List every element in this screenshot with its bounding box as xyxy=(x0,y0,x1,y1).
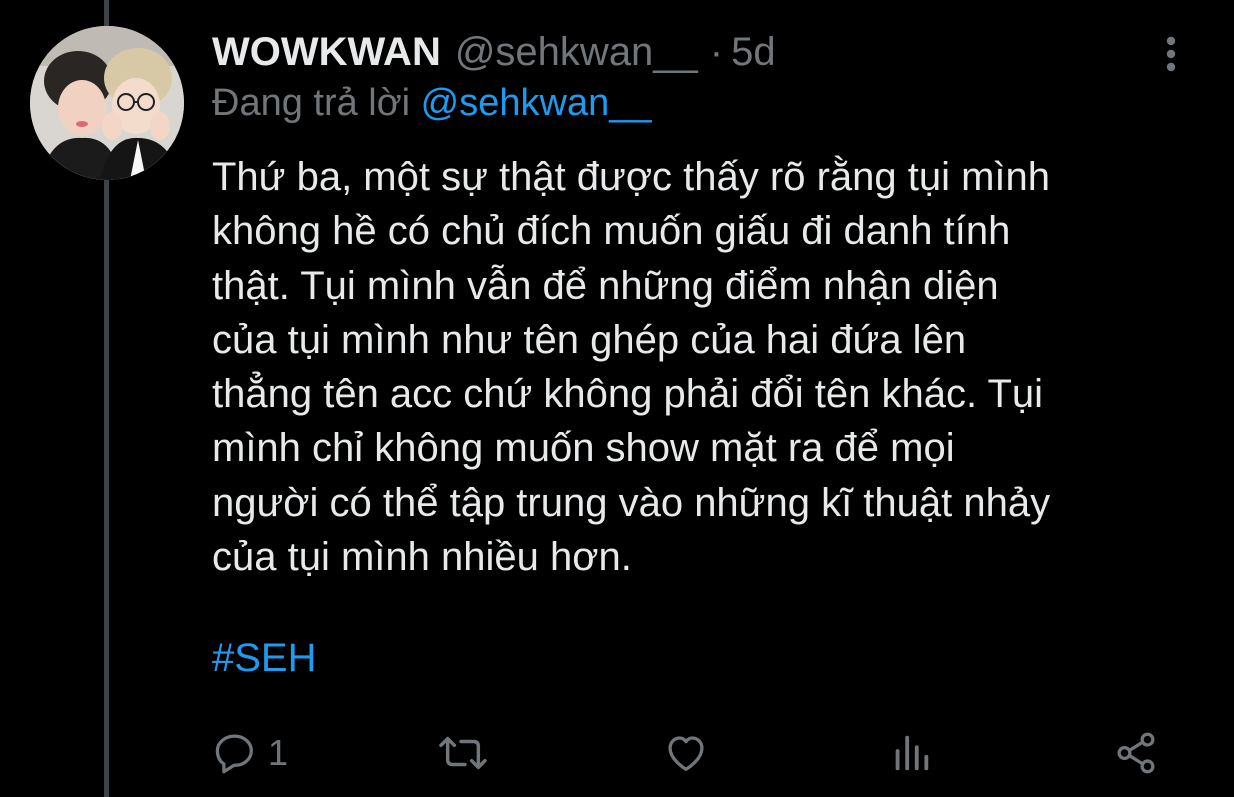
replying-to-label: Đang trả lời xyxy=(212,82,411,124)
replying-to: Đang trả lời @sehkwan__ xyxy=(212,82,652,125)
analytics-button[interactable] xyxy=(888,728,934,778)
display-name[interactable]: WOWKWAN xyxy=(212,30,441,75)
separator-dot: · xyxy=(709,30,724,74)
share-button[interactable] xyxy=(1112,728,1160,778)
more-options-icon[interactable] xyxy=(1156,34,1186,74)
user-handle[interactable]: @sehkwan__ xyxy=(455,30,698,75)
replying-to-mention[interactable]: @sehkwan__ xyxy=(421,82,652,124)
like-icon xyxy=(662,730,710,776)
retweet-icon xyxy=(436,730,490,776)
analytics-icon xyxy=(888,730,934,776)
reply-button[interactable]: 1 xyxy=(212,728,288,778)
retweet-button[interactable] xyxy=(436,728,490,778)
timestamp[interactable]: 5d xyxy=(731,30,776,75)
like-button[interactable] xyxy=(662,728,710,778)
share-icon xyxy=(1112,730,1160,776)
tweet-header: WOWKWAN @sehkwan__ · 5d xyxy=(212,30,776,76)
avatar[interactable] xyxy=(30,26,184,180)
reply-icon xyxy=(212,730,258,776)
tweet-text: Thứ ba, một sự thật được thấy rõ rằng tụ… xyxy=(212,155,1051,580)
tweet-card[interactable]: WOWKWAN @sehkwan__ · 5d Đang trả lời @se… xyxy=(0,0,1234,797)
avatar-image xyxy=(30,26,184,180)
hashtag-link[interactable]: #SEH xyxy=(212,636,317,681)
reply-count: 1 xyxy=(268,732,289,773)
